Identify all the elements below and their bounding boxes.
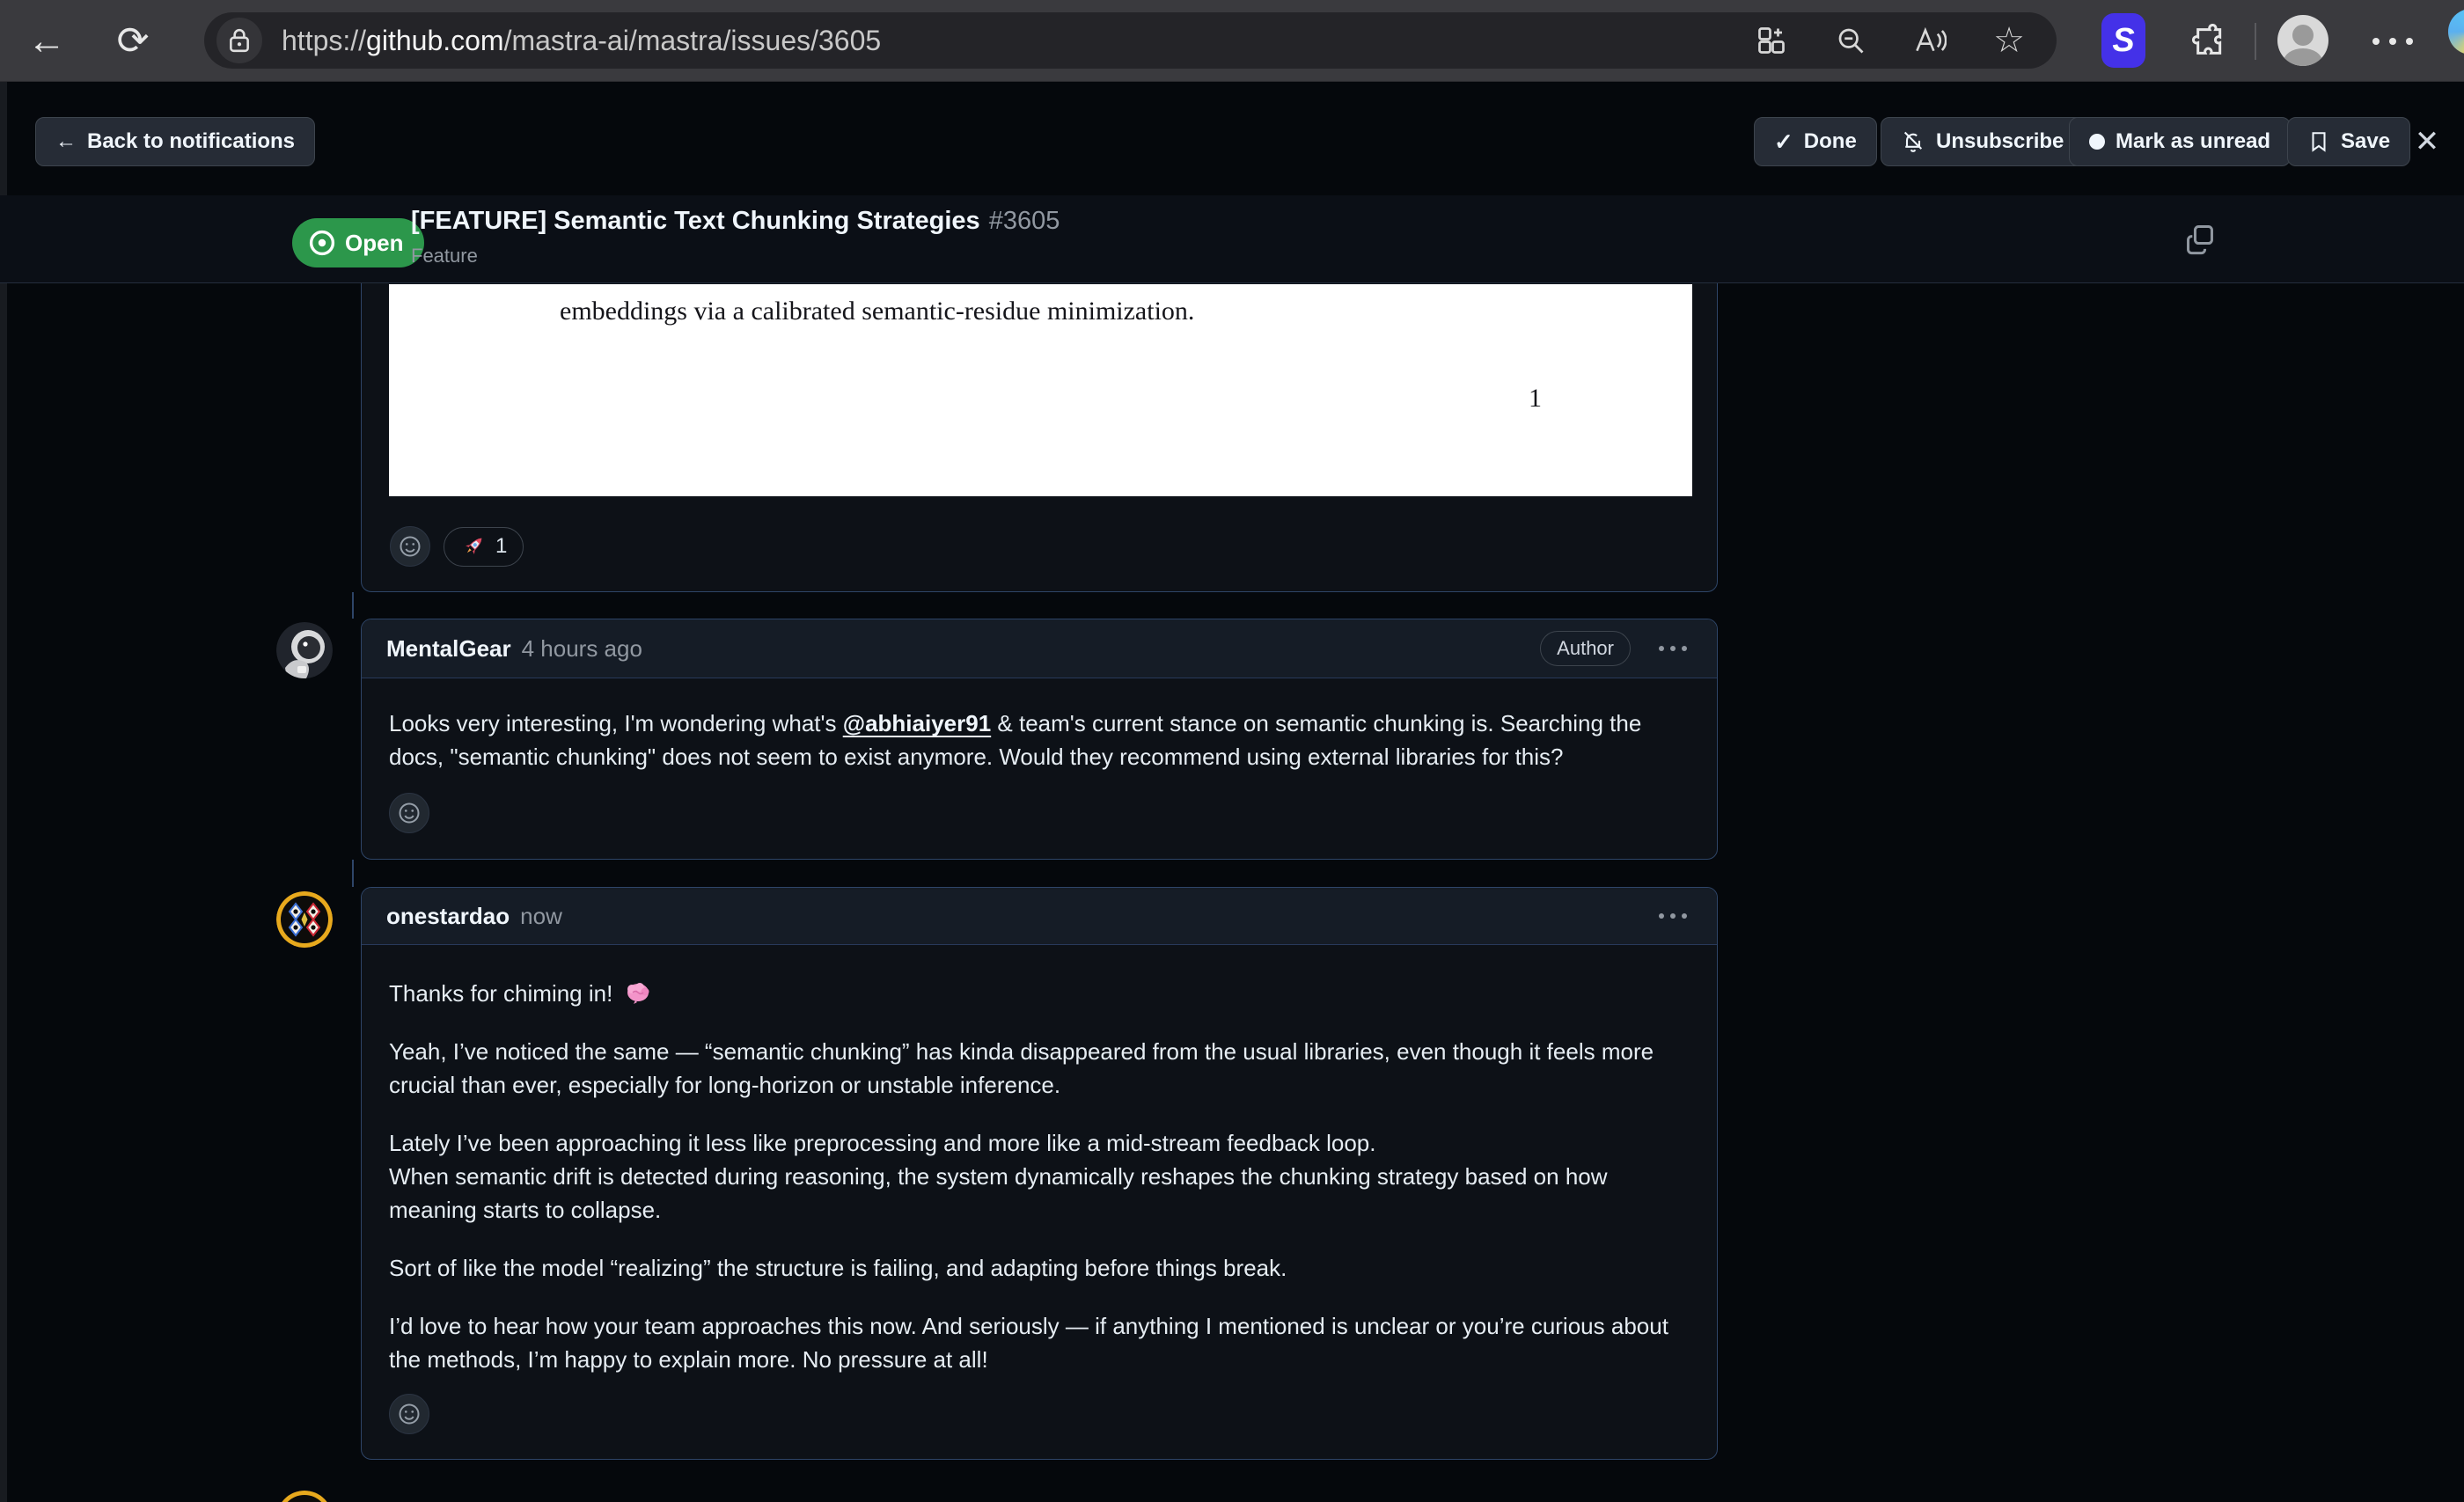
author-badge: Author xyxy=(1540,631,1631,666)
browser-profile-avatar[interactable] xyxy=(2277,15,2328,66)
comment-author-link[interactable]: MentalGear xyxy=(386,635,511,663)
rocket-reaction-count: 1 xyxy=(495,534,507,559)
issue-label-feature: Feature xyxy=(411,245,478,267)
kebab-menu-icon[interactable] xyxy=(1654,641,1692,656)
kebab-menu-icon[interactable] xyxy=(1654,908,1692,924)
comment-card-mentalgear: MentalGear 4 hours ago Author Looks very… xyxy=(361,619,1718,860)
site-info-button[interactable] xyxy=(216,18,262,63)
smiley-icon xyxy=(397,801,422,825)
comment-body: Thanks for chiming in! Yeah, I’ve notice… xyxy=(362,945,1717,1462)
bookmark-icon xyxy=(2307,130,2330,153)
mention-link[interactable]: @abhiaiyer91 xyxy=(843,710,991,736)
reload-icon[interactable]: ⟳ xyxy=(111,19,155,63)
favorites-star-icon[interactable]: ☆ xyxy=(1991,23,2027,58)
copy-icon xyxy=(2183,222,2217,255)
avatar-mentalgear[interactable] xyxy=(276,622,333,678)
comment-paragraph: I’d love to hear how your team approache… xyxy=(389,1309,1683,1376)
rocket-reaction-pill[interactable]: 1 xyxy=(444,527,524,567)
unsubscribe-button[interactable]: Unsubscribe xyxy=(1881,117,2084,166)
timeline-connector xyxy=(352,860,354,887)
timeline-connector xyxy=(352,592,354,619)
close-notification-button[interactable]: ✕ xyxy=(2405,121,2449,163)
lock-icon xyxy=(228,27,251,54)
toolbar-divider xyxy=(2255,23,2256,60)
url-path: /mastra-ai/mastra/issues/3605 xyxy=(504,25,882,56)
browser-menu-ellipsis-icon[interactable] xyxy=(2362,30,2424,53)
comment-card-onestardao: onestardao now Thanks for chiming in! Ye… xyxy=(361,887,1718,1460)
unread-dot-icon xyxy=(2089,134,2105,150)
back-arrow-icon: ← xyxy=(55,129,77,154)
bell-slash-icon xyxy=(1901,129,1925,154)
mark-as-unread-label: Mark as unread xyxy=(2116,129,2270,154)
avatar-onestardao[interactable] xyxy=(276,891,333,948)
comment-paragraph: Lately I’ve been approaching it less lik… xyxy=(389,1126,1683,1227)
close-icon: ✕ xyxy=(2415,124,2440,159)
window-edge xyxy=(0,82,7,1502)
comment-paragraph: Yeah, I’ve noticed the same — “semantic … xyxy=(389,1035,1683,1102)
url-scheme: https:// xyxy=(282,25,366,56)
read-aloud-icon[interactable] xyxy=(1912,23,1947,58)
brain-emoji-icon xyxy=(625,982,651,1005)
check-icon: ✓ xyxy=(1774,128,1793,156)
back-icon[interactable]: ← xyxy=(25,19,69,63)
comment-body: Looks very interesting, I'm wondering wh… xyxy=(362,678,1717,861)
back-to-notifications-button[interactable]: ← Back to notifications xyxy=(35,117,315,166)
comment-header: onestardao now xyxy=(362,888,1717,945)
comment-header: MentalGear 4 hours ago Author xyxy=(362,619,1717,678)
address-bar[interactable]: https://github.com/mastra-ai/mastra/issu… xyxy=(204,12,2057,69)
issue-status-badge: Open xyxy=(292,218,424,267)
comment-author-link[interactable]: onestardao xyxy=(386,903,510,930)
done-label: Done xyxy=(1804,129,1857,154)
pdf-page-number: 1 xyxy=(1529,384,1542,414)
issue-status-label: Open xyxy=(345,230,403,257)
save-button[interactable]: Save xyxy=(2287,117,2410,166)
comment-timestamp: 4 hours ago xyxy=(522,635,642,663)
comment-paragraph: Looks very interesting, I'm wondering wh… xyxy=(389,707,1683,773)
apps-grid-icon[interactable] xyxy=(1754,23,1789,58)
zoom-search-icon[interactable] xyxy=(1833,23,1868,58)
back-to-notifications-label: Back to notifications xyxy=(87,129,295,154)
avatar-onestardao-next[interactable] xyxy=(276,1491,333,1502)
issue-number: #3605 xyxy=(989,207,1060,235)
comment-paragraph: Sort of like the model “realizing” the s… xyxy=(389,1251,1683,1285)
browser-toolbar: ← ⟳ https://github.com/mastra-ai/mastra/… xyxy=(0,0,2464,82)
mark-as-unread-button[interactable]: Mark as unread xyxy=(2069,117,2291,166)
add-reaction-button[interactable] xyxy=(389,1394,429,1434)
add-reaction-button[interactable] xyxy=(389,793,429,833)
url-text[interactable]: https://github.com/mastra-ai/mastra/issu… xyxy=(282,25,1754,57)
extensions-puzzle-icon[interactable] xyxy=(2188,19,2232,63)
pdf-preview-page: embeddings via a calibrated semantic-res… xyxy=(389,284,1692,496)
comment-paragraph: Thanks for chiming in! xyxy=(389,977,1683,1010)
pinned-extension-s-icon[interactable]: S xyxy=(2101,13,2145,68)
copy-link-button[interactable] xyxy=(2179,217,2221,260)
browser-hub-icon[interactable] xyxy=(2448,9,2464,55)
issue-body-card: embeddings via a calibrated semantic-res… xyxy=(361,283,1718,592)
rocket-icon xyxy=(460,533,487,560)
comment-timestamp: now xyxy=(520,903,562,930)
pdf-text-line: embeddings via a calibrated semantic-res… xyxy=(560,297,1194,326)
add-reaction-button[interactable] xyxy=(390,526,430,567)
smiley-icon xyxy=(398,534,422,559)
issue-header: Open [FEATURE] Semantic Text Chunking St… xyxy=(0,195,2464,283)
url-domain: github.com xyxy=(366,25,504,56)
smiley-icon xyxy=(397,1402,422,1426)
issue-opened-icon xyxy=(308,229,336,257)
github-page: ← Back to notifications ✓ Done Unsubscri… xyxy=(0,82,2464,1502)
done-button[interactable]: ✓ Done xyxy=(1754,117,1877,166)
save-label: Save xyxy=(2341,129,2390,154)
unsubscribe-label: Unsubscribe xyxy=(1936,129,2064,154)
issue-title: [FEATURE] Semantic Text Chunking Strateg… xyxy=(411,207,980,235)
